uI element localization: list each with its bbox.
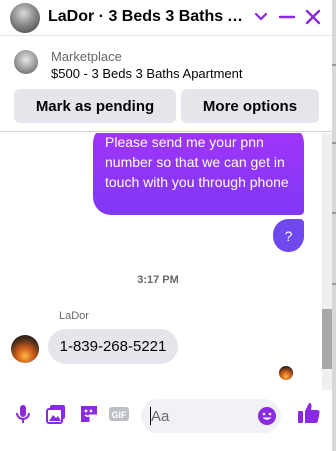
photo-icon[interactable] xyxy=(45,403,67,425)
more-options-button[interactable]: More options xyxy=(181,89,319,123)
text-caret xyxy=(150,407,151,425)
seen-indicator-avatar xyxy=(279,366,293,380)
contact-avatar[interactable] xyxy=(10,3,40,33)
chevron-down-icon[interactable] xyxy=(250,6,272,28)
sticker-icon[interactable] xyxy=(78,403,100,425)
chat-header: LaDor · 3 Beds 3 Baths Ap... xyxy=(0,0,332,36)
sender-avatar[interactable] xyxy=(11,335,39,363)
sender-name: LaDor xyxy=(59,310,89,322)
gif-icon[interactable]: GIF xyxy=(108,403,130,425)
outgoing-message-question[interactable]: ? xyxy=(273,219,304,252)
minimize-icon[interactable] xyxy=(276,6,298,28)
message-timestamp: 3:17 PM xyxy=(137,274,179,286)
composer-bar: GIF xyxy=(0,390,332,451)
chat-title[interactable]: LaDor · 3 Beds 3 Baths Ap... xyxy=(48,8,248,26)
thumbs-up-icon[interactable] xyxy=(296,400,322,426)
edge-mark xyxy=(332,142,336,144)
edge-mark xyxy=(332,64,336,66)
mark-as-pending-button[interactable]: Mark as pending xyxy=(14,89,176,123)
window-edge xyxy=(332,0,336,451)
listing-thumbnail[interactable] xyxy=(14,50,38,74)
listing-title[interactable]: $500 - 3 Beds 3 Baths Apartment xyxy=(51,66,243,81)
emoji-icon[interactable] xyxy=(257,406,277,426)
microphone-icon[interactable] xyxy=(12,403,34,425)
outgoing-message[interactable]: Please send me your pnn number so that w… xyxy=(93,133,304,215)
message-composer[interactable] xyxy=(141,399,281,433)
marketplace-label: Marketplace xyxy=(51,49,122,64)
svg-text:GIF: GIF xyxy=(112,410,128,420)
message-input[interactable] xyxy=(151,406,251,426)
scrollbar-thumb[interactable] xyxy=(322,309,332,369)
incoming-message[interactable]: 1-839-268-5221 xyxy=(48,329,178,364)
chat-window: LaDor · 3 Beds 3 Baths Ap... Marketplace… xyxy=(0,0,332,451)
close-icon[interactable] xyxy=(302,6,324,28)
message-list[interactable]: Please send me your pnn number so that w… xyxy=(0,133,332,390)
edge-mark xyxy=(332,212,336,214)
edge-mark xyxy=(332,283,336,285)
marketplace-panel: Marketplace $500 - 3 Beds 3 Baths Apartm… xyxy=(0,37,332,132)
